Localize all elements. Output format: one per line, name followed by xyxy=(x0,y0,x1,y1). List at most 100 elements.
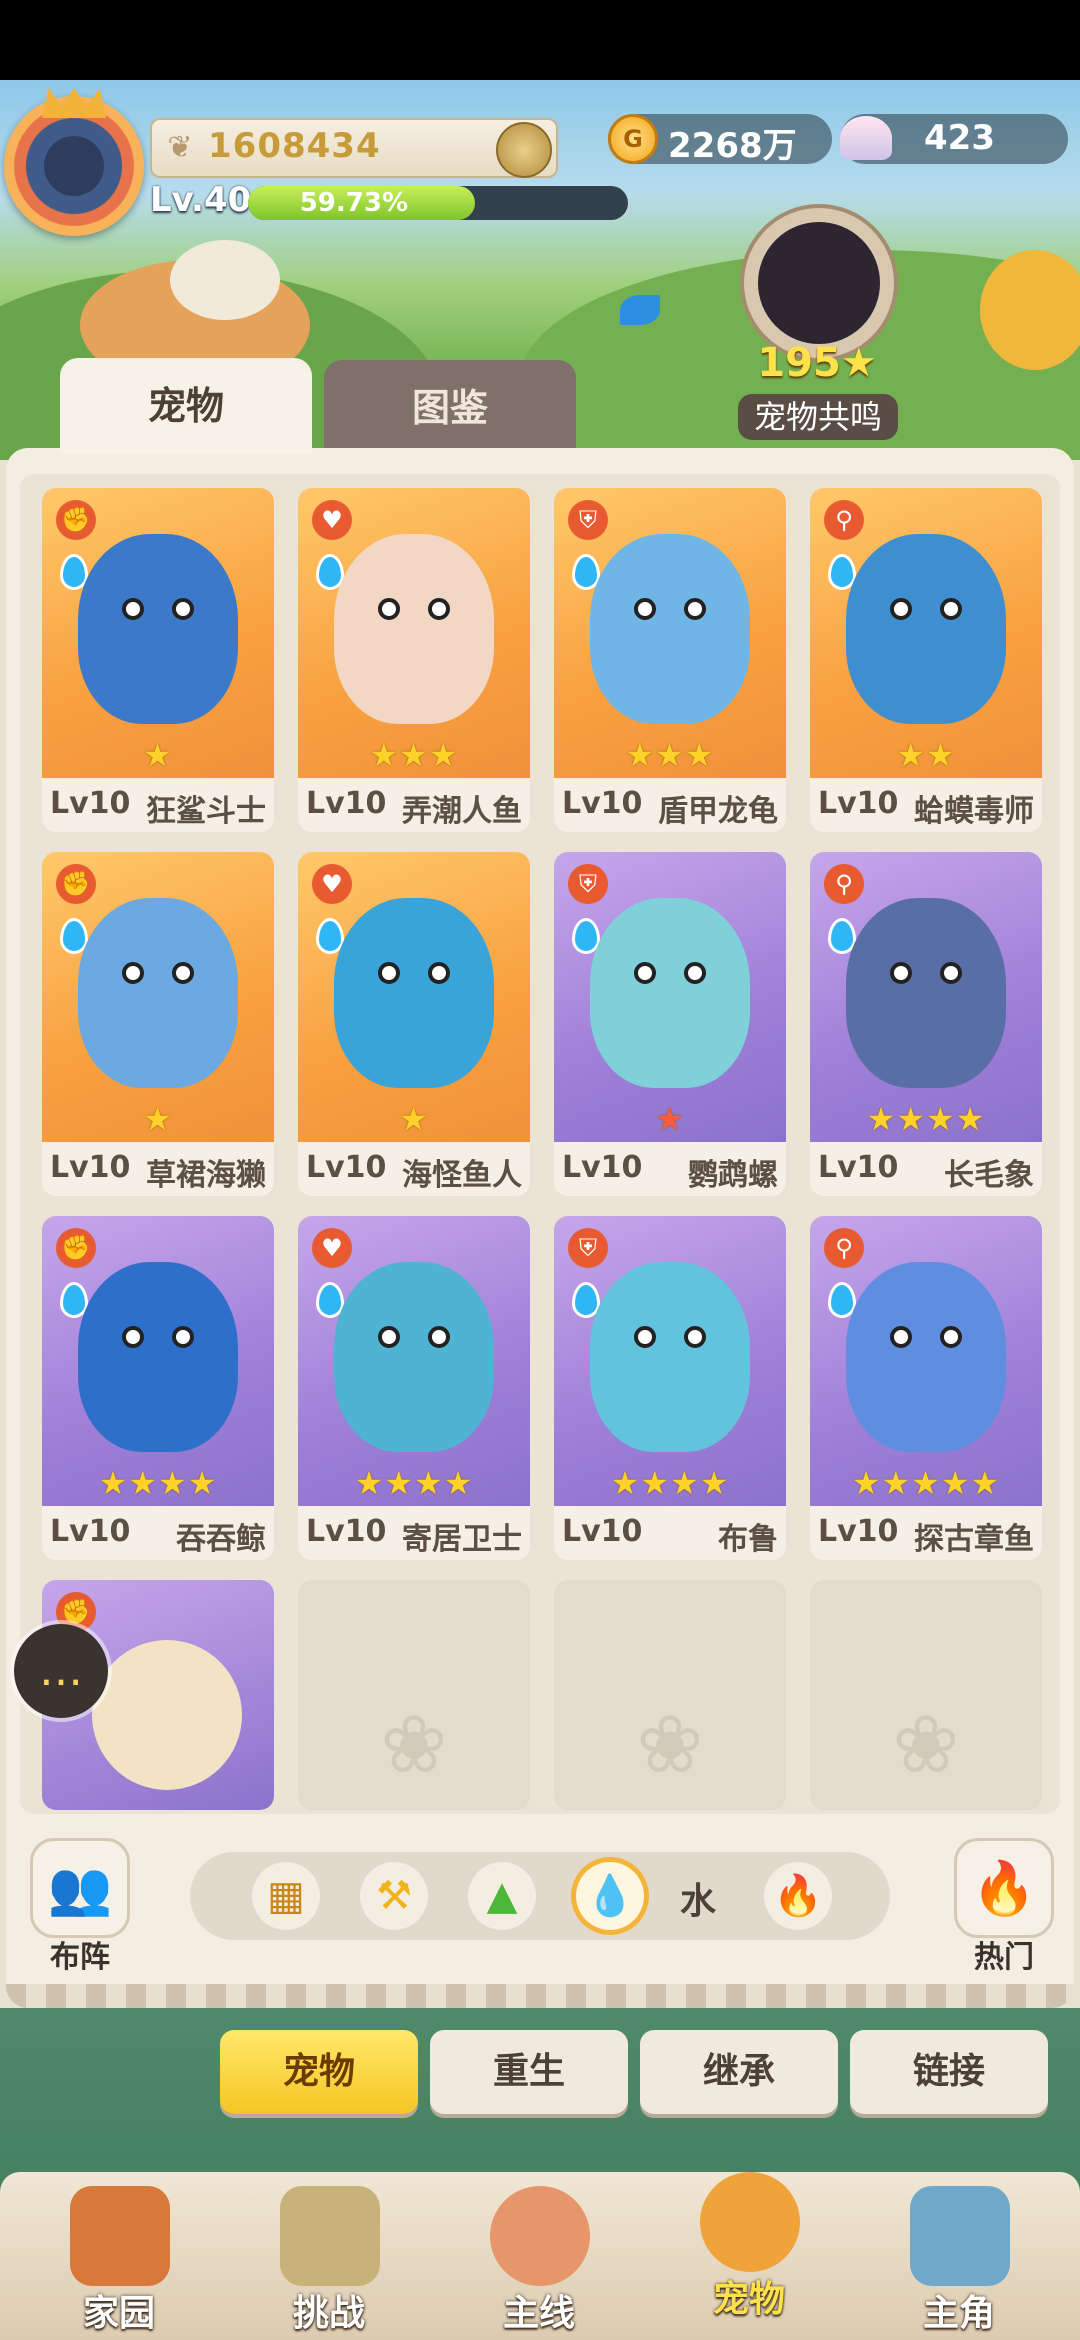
pet-card-footer: Lv10 鹦鹉螺 xyxy=(554,1142,786,1196)
xp-percent: 59.73% xyxy=(299,188,408,218)
pet-art xyxy=(846,534,1006,724)
pet-resonance-button[interactable]: 195★ 宠物共鸣 xyxy=(722,208,912,440)
water-drop-icon[interactable]: 💧 xyxy=(576,1862,644,1930)
pet-level: Lv10 xyxy=(50,786,131,821)
pet-stars: ★★★ xyxy=(369,736,459,774)
pet-eye xyxy=(940,962,962,984)
pet-level: Lv10 xyxy=(818,1150,899,1185)
pet-card[interactable]: ⛨ ★ Lv10 鹦鹉螺 xyxy=(554,852,786,1196)
mountain-icon[interactable]: ▲ xyxy=(468,1862,536,1930)
pet-card[interactable]: ♥ ★ Lv10 海怪鱼人 xyxy=(298,852,530,1196)
pet-card[interactable]: ✊ ★ Lv10 狂鲨斗士 xyxy=(42,488,274,832)
tab-pets[interactable]: 宠物 xyxy=(60,358,312,454)
pet-eye xyxy=(378,962,400,984)
pet-card[interactable]: ♥ ★★★ Lv10 弄潮人鱼 xyxy=(298,488,530,832)
resonance-count: 195★ xyxy=(757,340,877,386)
paw-print-icon: ❀ xyxy=(380,1698,448,1791)
pet-name: 鹦鹉螺 xyxy=(688,1158,778,1193)
people-icon: 👥 xyxy=(47,1859,113,1919)
pet-card[interactable]: ♥ ★★★★ Lv10 寄居卫士 xyxy=(298,1216,530,1560)
pet-card[interactable]: ✊ ★ Lv10 草裙海獭 xyxy=(42,852,274,1196)
pet-card[interactable]: ✊ ★★★★ Lv10 吞吞鲸 xyxy=(42,1216,274,1560)
pet-level: Lv10 xyxy=(306,786,387,821)
pet-type-icon: ✊ xyxy=(56,500,96,540)
pet-art xyxy=(78,534,238,724)
active-element-label: 水 xyxy=(680,1881,717,1922)
pet-card[interactable]: ⛨ ★★★ Lv10 盾甲龙龟 xyxy=(554,488,786,832)
gold-currency[interactable]: G 2268万 xyxy=(608,114,832,166)
pet-eye xyxy=(634,598,656,620)
pet-card-footer: Lv10 盾甲龙龟 xyxy=(554,778,786,832)
pet-card[interactable]: ⚲ ★★ Lv10 蛤蟆毒师 xyxy=(810,488,1042,832)
pet-level: Lv10 xyxy=(306,1150,387,1185)
pet-card-footer: Lv10 探古章鱼 xyxy=(810,1506,1042,1560)
shell-currency[interactable]: 423 xyxy=(840,114,1068,164)
pet-eye xyxy=(684,1326,706,1348)
paw-print-icon: ❀ xyxy=(636,1698,704,1791)
pet-card-footer: Lv10 寄居卫士 xyxy=(298,1506,530,1560)
pet-type-icon: ✊ xyxy=(56,1228,96,1268)
pet-art xyxy=(334,534,494,724)
pet-card-footer: Lv10 草裙海獭 xyxy=(42,1142,274,1196)
pet-type-icon: ⚲ xyxy=(824,500,864,540)
pet-stars: ★★★★ xyxy=(98,1464,218,1502)
pet-card[interactable]: ⛨ ★★★★ Lv10 布鲁 xyxy=(554,1216,786,1560)
pet-name: 盾甲龙龟 xyxy=(658,794,778,829)
nav-main-story[interactable]: 主线 xyxy=(444,2180,634,2334)
panel-border xyxy=(6,1984,1074,2008)
nav-pets[interactable]: 宠物 xyxy=(654,2166,844,2320)
pet-name: 草裙海獭 xyxy=(146,1158,266,1193)
empty-pet-slot: ❀ xyxy=(298,1580,530,1810)
pet-eye xyxy=(122,598,144,620)
nav-hero[interactable]: 主角 xyxy=(864,2180,1054,2334)
popular-button[interactable]: 🔥 xyxy=(954,1838,1054,1938)
pet-eye xyxy=(634,962,656,984)
flame-icon: 🔥 xyxy=(971,1859,1037,1919)
pet-name: 寄居卫士 xyxy=(402,1522,522,1557)
pet-card[interactable]: ⚲ ★★★★ Lv10 长毛象 xyxy=(810,852,1042,1196)
pet-stars: ★★★ xyxy=(625,736,715,774)
pet-eye xyxy=(890,1326,912,1348)
pet-art xyxy=(334,898,494,1088)
pet-card-footer: Lv10 长毛象 xyxy=(810,1142,1042,1196)
xp-bar: 59.73% xyxy=(248,186,628,220)
butterfly xyxy=(620,295,660,325)
pet-dragon-icon xyxy=(700,2172,800,2272)
player-avatar[interactable] xyxy=(4,88,144,236)
paw-print-icon: ❀ xyxy=(892,1698,960,1791)
pet-level: Lv10 xyxy=(562,786,643,821)
subtab-pets[interactable]: 宠物 xyxy=(220,2030,418,2114)
nav-challenge[interactable]: 挑战 xyxy=(234,2180,424,2334)
fire-icon[interactable]: 🔥 xyxy=(764,1862,832,1930)
grid-icon[interactable]: ▦ xyxy=(252,1862,320,1930)
subtab-rebirth[interactable]: 重生 xyxy=(430,2030,628,2114)
tab-codex[interactable]: 图鉴 xyxy=(324,360,576,456)
subtab-inherit[interactable]: 继承 xyxy=(640,2030,838,2114)
hammer-icon[interactable]: ⚒ xyxy=(360,1862,428,1930)
chat-bubble-icon[interactable]: … xyxy=(14,1624,108,1718)
pet-card[interactable]: ⚲ ★★★★★ Lv10 探古章鱼 xyxy=(810,1216,1042,1560)
pet-art xyxy=(590,898,750,1088)
formation-label: 布阵 xyxy=(50,1940,110,1975)
pet-level: Lv10 xyxy=(50,1514,131,1549)
pet-eye xyxy=(940,598,962,620)
pet-stars: ★ xyxy=(143,1100,173,1138)
pet-name: 布鲁 xyxy=(718,1522,778,1557)
gold-coin-icon: G xyxy=(608,114,658,164)
pet-level: Lv10 xyxy=(50,1150,131,1185)
pet-type-icon: ⚲ xyxy=(824,1228,864,1268)
rank-badge-icon[interactable] xyxy=(496,122,552,178)
pet-card-footer: Lv10 吞吞鲸 xyxy=(42,1506,274,1560)
resonance-label: 宠物共鸣 xyxy=(738,394,898,440)
crown-icon xyxy=(42,88,106,118)
nav-home[interactable]: 家园 xyxy=(24,2180,214,2334)
status-bar xyxy=(0,0,1080,80)
combat-power-value: 1608434 xyxy=(208,126,381,166)
pet-eye xyxy=(684,962,706,984)
formation-button[interactable]: 👥 xyxy=(30,1838,130,1938)
pet-level: Lv10 xyxy=(562,1514,643,1549)
empty-pet-slot: ❀ xyxy=(810,1580,1042,1810)
subtab-link[interactable]: 链接 xyxy=(850,2030,1048,2114)
pet-art xyxy=(846,898,1006,1088)
pet-card-footer: Lv10 蛤蟆毒师 xyxy=(810,778,1042,832)
